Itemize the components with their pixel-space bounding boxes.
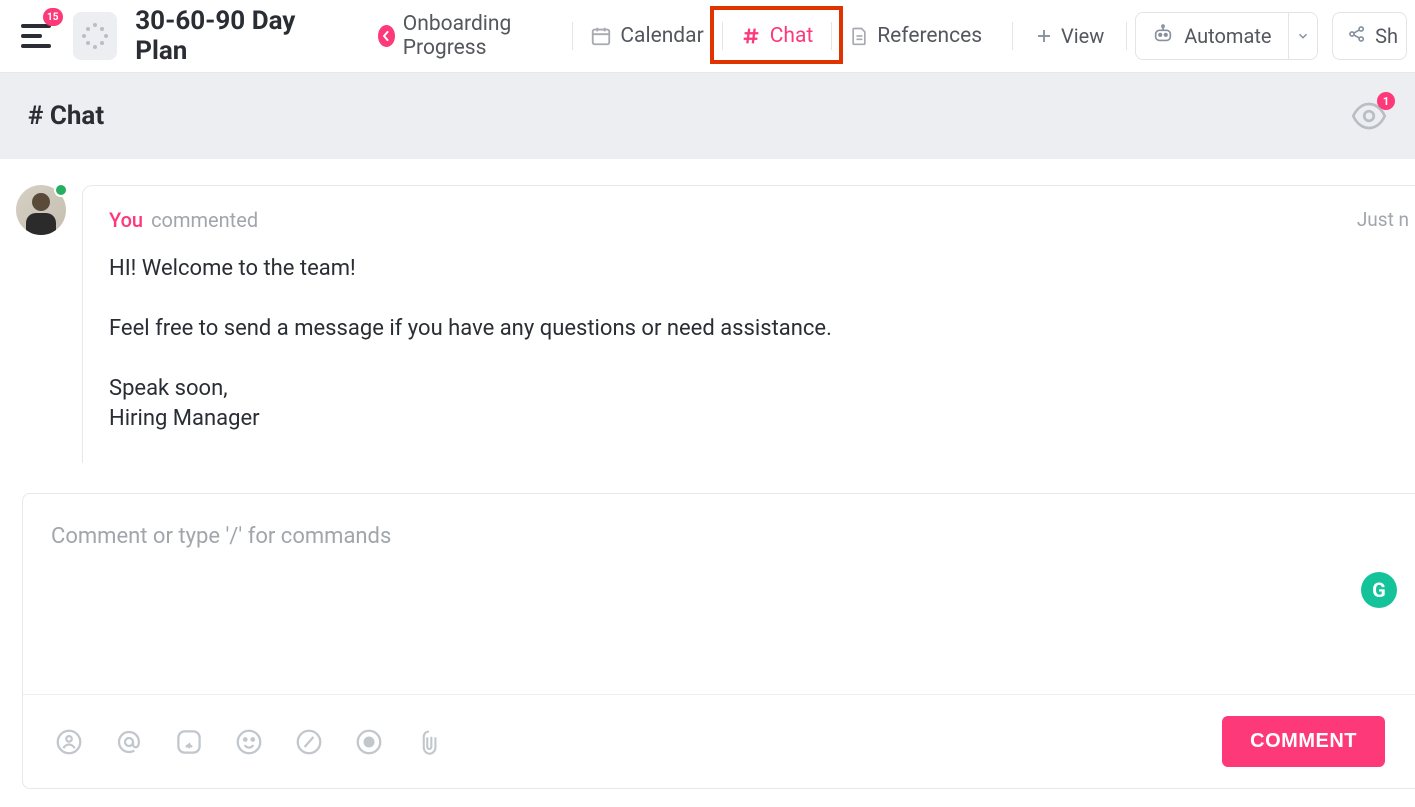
record-icon[interactable] — [353, 726, 385, 758]
automate-button[interactable]: Automate — [1135, 12, 1318, 60]
task-link-icon[interactable] — [293, 726, 325, 758]
calendar-icon — [590, 25, 612, 47]
view-label: View — [1061, 24, 1104, 48]
tab-label: Chat — [770, 24, 814, 48]
share-icon — [1347, 24, 1367, 49]
composer-toolbar: COMMENT — [23, 694, 1415, 788]
hamburger-icon — [21, 24, 51, 48]
message-body: You commented Just n HI! Welcome to the … — [82, 185, 1415, 463]
attachment-icon[interactable] — [413, 726, 445, 758]
message-timestamp: Just n — [1357, 208, 1409, 231]
tab-label: References — [877, 24, 982, 48]
chat-message: You commented Just n HI! Welcome to the … — [16, 185, 1415, 463]
hash-icon — [740, 25, 762, 47]
assign-icon[interactable] — [53, 726, 85, 758]
page-title: 30-60-90 Day Plan — [135, 6, 338, 66]
tab-label: Onboarding Progress — [403, 12, 555, 60]
tab-onboarding-progress[interactable]: Onboarding Progress — [360, 10, 572, 62]
comment-placeholder: Comment or type '/' for commands — [51, 524, 1387, 549]
header-tabs: Onboarding Progress Calendar Chat Refere… — [360, 0, 1000, 72]
avatar[interactable] — [16, 185, 66, 235]
add-view-button[interactable]: View — [1021, 12, 1118, 60]
message-text: HI! Welcome to the team! Feel free to se… — [109, 254, 1389, 433]
chat-messages: You commented Just n HI! Welcome to the … — [0, 159, 1415, 487]
comment-composer: Comment or type '/' for commands G COMME… — [22, 493, 1415, 789]
grammarly-icon[interactable]: G — [1361, 572, 1397, 608]
menu-button[interactable]: 15 — [16, 14, 57, 58]
chat-subheader: # Chat 1 — [0, 73, 1415, 159]
header-bar: 15 30-60-90 Day Plan Onboarding Progress… — [0, 0, 1415, 73]
tab-chat[interactable]: Chat — [722, 10, 832, 62]
tab-label: Calendar — [620, 24, 703, 48]
share-label: Sh — [1375, 24, 1398, 48]
mention-icon[interactable] — [113, 726, 145, 758]
slash-command-icon[interactable] — [173, 726, 205, 758]
automate-dropdown[interactable] — [1288, 13, 1318, 59]
robot-icon — [1152, 23, 1174, 50]
chat-title: # Chat — [28, 101, 104, 131]
loading-icon — [82, 23, 108, 49]
tab-calendar[interactable]: Calendar — [572, 10, 721, 62]
message-author: You — [109, 208, 143, 232]
document-icon — [849, 25, 869, 47]
share-button[interactable]: Sh — [1332, 12, 1407, 60]
watchers-count: 1 — [1377, 92, 1395, 110]
emoji-icon[interactable] — [233, 726, 265, 758]
message-action: commented — [151, 208, 258, 232]
watchers-button[interactable]: 1 — [1351, 102, 1387, 130]
submit-comment-button[interactable]: COMMENT — [1222, 716, 1385, 767]
tab-references[interactable]: References — [831, 10, 1000, 62]
plus-icon — [1035, 27, 1053, 45]
document-icon[interactable] — [73, 12, 117, 60]
back-icon — [378, 25, 395, 47]
automate-label: Automate — [1184, 24, 1271, 48]
menu-badge: 15 — [43, 8, 63, 26]
online-status-icon — [54, 183, 68, 197]
comment-input[interactable]: Comment or type '/' for commands G — [23, 494, 1415, 694]
